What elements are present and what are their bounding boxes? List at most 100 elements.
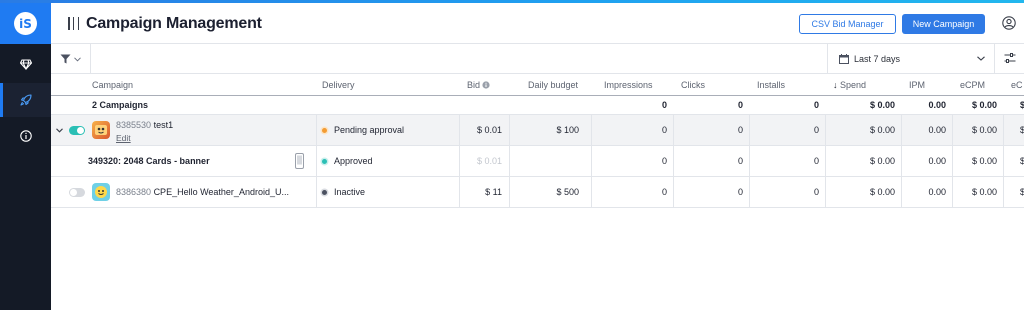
table-row[interactable]: 8385530 test1 Edit Pending approval $ 0.… xyxy=(51,115,1024,146)
mobile-device-icon xyxy=(295,153,304,169)
chevron-down-icon xyxy=(74,56,81,62)
totals-label: 2 Campaigns xyxy=(92,100,149,110)
spend-value: $ 0.00 xyxy=(869,156,895,166)
ec-value: $ xyxy=(1020,156,1024,166)
clicks-value: 0 xyxy=(737,125,743,135)
filter-icon xyxy=(60,54,71,64)
pending-status-dot xyxy=(322,127,327,133)
ecpm-value: $ 0.00 xyxy=(971,156,997,166)
info-icon xyxy=(19,130,32,142)
bid-value[interactable]: $ 0.01 xyxy=(459,115,502,145)
app-thumbnail xyxy=(92,183,110,201)
sort-down-arrow-icon: ↓ xyxy=(833,80,838,90)
brand-logo: iS xyxy=(14,12,37,35)
campaign-name-line: 8386380 CPE_Hello Weather_Android_U... xyxy=(116,177,289,207)
bid-value[interactable]: $ 11 xyxy=(459,177,502,207)
delivery-status: Pending approval xyxy=(322,115,404,145)
date-range-select[interactable]: Last 7 days xyxy=(827,44,995,74)
delivery-label: Pending approval xyxy=(334,125,405,135)
daily-budget-value[interactable]: $ 500 xyxy=(509,177,579,207)
campaign-id[interactable]: 8386380 xyxy=(116,187,151,197)
page-title: Campaign Management xyxy=(86,15,262,32)
sidebar-item-info[interactable] xyxy=(0,119,51,153)
ecpm-value: $ 0.00 xyxy=(971,125,997,135)
date-range-label: Last 7 days xyxy=(854,54,901,64)
column-header-ecpm[interactable]: eCPM xyxy=(960,74,985,96)
page-header: Campaign Management CSV Bid Manager New … xyxy=(51,3,1024,44)
campaign-toggle[interactable] xyxy=(69,126,85,135)
totals-ecpm: $ 0.00 xyxy=(971,100,997,110)
chevron-down-icon xyxy=(977,56,985,61)
chevron-down-icon[interactable] xyxy=(56,128,63,133)
campaign-name-line: 8385530 test1 xyxy=(116,117,173,133)
calendar-icon xyxy=(839,54,849,64)
impressions-value: 0 xyxy=(661,156,667,166)
user-icon[interactable] xyxy=(1002,16,1016,30)
inactive-status-dot xyxy=(322,189,327,195)
ec-value: $ xyxy=(1020,125,1024,135)
table-row[interactable]: 349320: 2048 Cards - banner Approved $ 0… xyxy=(51,146,1024,177)
info-icon xyxy=(482,81,490,89)
logo-button[interactable]: iS xyxy=(0,3,51,44)
new-campaign-button[interactable]: New Campaign xyxy=(902,14,985,34)
approved-status-dot xyxy=(322,158,327,164)
column-header-impressions[interactable]: Impressions xyxy=(604,74,653,96)
impressions-value: 0 xyxy=(661,187,667,197)
campaign-toggle[interactable] xyxy=(69,188,85,197)
totals-row: 2 Campaigns 0 0 0 $ 0.00 0.00 $ 0.00 $ xyxy=(51,96,1024,115)
table-header-row: Campaign Delivery Bid Daily budget Impre… xyxy=(51,74,1024,96)
installs-value: 0 xyxy=(813,187,819,197)
clicks-value: 0 xyxy=(737,156,743,166)
sidebar-item-overview[interactable] xyxy=(0,47,51,81)
column-header-installs[interactable]: Installs xyxy=(757,74,785,96)
sidebar: iS xyxy=(0,3,51,310)
column-header-clicks[interactable]: Clicks xyxy=(681,74,705,96)
ipm-value: 0.00 xyxy=(928,156,946,166)
totals-clicks: 0 xyxy=(737,100,743,110)
sliders-icon[interactable] xyxy=(1004,52,1016,64)
filter-button[interactable] xyxy=(51,44,91,74)
ecpm-value: $ 0.00 xyxy=(971,187,997,197)
bid-value: $ 0.01 xyxy=(476,156,502,166)
edit-link[interactable]: Edit xyxy=(116,133,131,143)
column-header-ipm[interactable]: IPM xyxy=(909,74,925,96)
spend-value: $ 0.00 xyxy=(869,187,895,197)
delivery-status: Inactive xyxy=(322,177,365,207)
totals-ipm: 0.00 xyxy=(928,100,946,110)
totals-installs: 0 xyxy=(813,100,819,110)
ec-value: $ xyxy=(1020,187,1024,197)
ipm-value: 0.00 xyxy=(928,125,946,135)
edit-line: Edit xyxy=(116,132,131,144)
diamond-icon xyxy=(19,58,32,70)
totals-spend: $ 0.00 xyxy=(869,100,895,110)
toolbar: Last 7 days xyxy=(51,44,1024,74)
installs-value: 0 xyxy=(813,125,819,135)
campaign-name[interactable]: CPE_Hello Weather_Android_U... xyxy=(154,187,289,197)
delivery-label: Inactive xyxy=(334,187,366,197)
rocket-icon xyxy=(19,94,32,106)
column-header-daily-budget[interactable]: Daily budget xyxy=(528,74,578,96)
campaign-name[interactable]: test1 xyxy=(154,120,174,130)
table-row[interactable]: 8386380 CPE_Hello Weather_Android_U... I… xyxy=(51,177,1024,208)
column-header-ec-truncated[interactable]: eC xyxy=(1011,74,1023,96)
daily-budget-value[interactable]: $ 100 xyxy=(509,115,579,145)
ipm-value: 0.00 xyxy=(928,187,946,197)
spend-value: $ 0.00 xyxy=(869,125,895,135)
creative-name[interactable]: 349320: 2048 Cards - banner xyxy=(88,146,210,176)
clicks-value: 0 xyxy=(737,187,743,197)
installs-value: 0 xyxy=(813,156,819,166)
totals-impressions: 0 xyxy=(661,100,667,110)
column-header-delivery[interactable]: Delivery xyxy=(322,74,355,96)
columns-icon[interactable] xyxy=(68,17,79,30)
app-thumbnail xyxy=(92,121,110,139)
column-header-bid[interactable]: Bid xyxy=(467,74,480,96)
campaign-id[interactable]: 8385530 xyxy=(116,120,151,130)
csv-bid-manager-button[interactable]: CSV Bid Manager xyxy=(799,14,896,34)
column-header-campaign[interactable]: Campaign xyxy=(92,74,133,96)
column-header-spend[interactable]: Spend xyxy=(840,74,866,96)
delivery-label: Approved xyxy=(334,156,373,166)
delivery-status: Approved xyxy=(322,146,373,176)
sidebar-item-campaigns[interactable] xyxy=(0,83,51,117)
totals-ec: $ xyxy=(1020,100,1024,110)
impressions-value: 0 xyxy=(661,125,667,135)
